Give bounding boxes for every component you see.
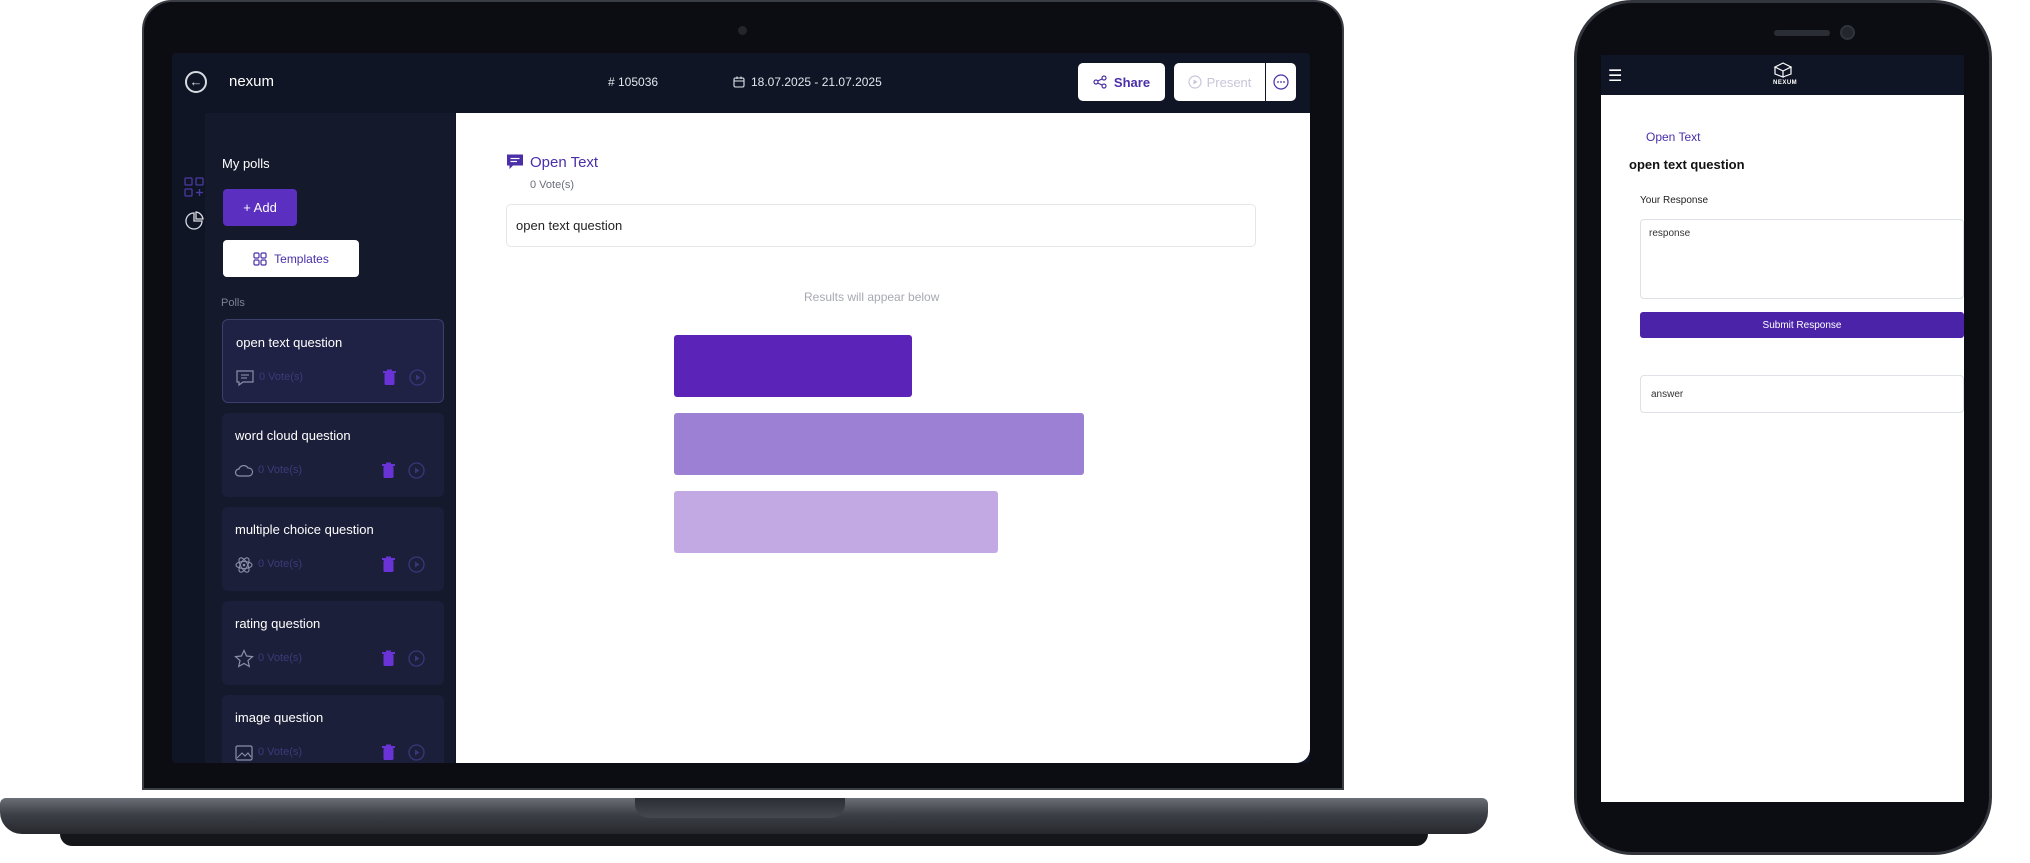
date-range: 18.07.2025 - 21.07.2025 [733,75,882,89]
play-circle-icon [1187,75,1202,89]
phone-speaker [1774,30,1830,36]
poll-title: multiple choice question [235,522,374,537]
grid-icon [253,251,267,266]
laptop-foot [60,834,1428,846]
poll-code: # 105036 [608,75,659,89]
share-icon [1093,75,1107,89]
poll-title: word cloud question [235,428,351,443]
trash-icon[interactable] [381,556,396,573]
poll-votes: 0 Vote(s) [258,558,303,570]
submit-response-button[interactable]: Submit Response [1640,312,1964,338]
play-circle-icon[interactable] [408,744,425,761]
answer-item: answer [1640,375,1964,413]
poll-title: image question [235,710,324,725]
message-icon [236,370,254,387]
laptop-camera [738,26,747,35]
poll-votes: 0 Vote(s) [258,746,303,758]
templates-button[interactable]: Templates [223,240,359,277]
trash-icon[interactable] [381,744,396,761]
pie-chart-icon[interactable] [184,211,204,231]
poll-votes: 0 Vote(s) [258,464,303,476]
poll-title: rating question [235,616,321,631]
templates-label: Templates [274,251,329,266]
response-label: Your Response [1640,195,1709,206]
sidebar: My polls + Add Templates Polls open text… [205,113,455,763]
vote-count: 0 Vote(s) [530,179,575,191]
nexum-logo-icon [1773,62,1793,78]
polls-section-label: Polls [221,297,245,309]
calendar-icon [733,76,745,88]
share-button[interactable]: Share [1078,63,1165,101]
back-arrow-icon[interactable]: ← [185,71,207,93]
phone-screen: ☰ NEXUM Open Text open text question You… [1601,55,1964,802]
poll-card[interactable]: multiple choice question 0 Vote(s) [222,507,444,591]
dashboard-icon[interactable] [184,177,204,197]
phone-camera [1840,25,1855,40]
image-icon [235,745,253,761]
poll-title: open text question [236,335,343,350]
brand-logo-text: NEXUM [1773,80,1798,86]
poll-votes: 0 Vote(s) [259,371,304,383]
app-header: ← nexum # 105036 18.07.2025 - 21.07.2025… [172,53,1310,113]
cloud-icon [234,465,254,477]
trash-icon[interactable] [381,650,396,667]
message-icon [507,154,523,169]
result-bar [674,491,998,553]
play-circle-icon[interactable] [408,556,425,573]
date-range-text: 18.07.2025 - 21.07.2025 [751,75,882,89]
question-text: open text question [506,204,1256,247]
my-polls-heading: My polls [222,156,270,171]
laptop-screen: ← nexum # 105036 18.07.2025 - 21.07.2025… [172,53,1310,763]
poll-card[interactable]: open text question 0 Vote(s) [222,319,444,403]
phone-header: ☰ NEXUM [1601,55,1964,95]
app-name: nexum [229,73,275,90]
hamburger-menu-icon[interactable]: ☰ [1608,66,1622,86]
poll-card[interactable]: word cloud question 0 Vote(s) [222,413,444,497]
phone-question-text: open text question [1629,157,1745,172]
star-icon [234,649,254,668]
icon-rail [172,113,205,763]
phone-question-type: Open Text [1646,130,1701,144]
poll-votes: 0 Vote(s) [258,652,303,664]
result-bar [674,413,1084,475]
play-circle-icon[interactable] [408,650,425,667]
more-options-button[interactable] [1266,63,1296,101]
laptop-notch [635,798,845,818]
trash-icon[interactable] [381,462,396,479]
add-poll-button[interactable]: + Add [223,189,297,226]
atom-icon [235,557,253,573]
trash-icon[interactable] [382,369,397,386]
result-bar [674,335,912,397]
share-label: Share [1113,74,1151,90]
play-circle-icon[interactable] [409,369,426,386]
play-circle-icon[interactable] [408,462,425,479]
response-textarea[interactable]: response [1640,219,1964,299]
main-panel: Open Text 0 Vote(s) open text question R… [456,113,1310,763]
question-type: Open Text [506,153,598,171]
results-note: Results will appear below [804,290,940,304]
present-button[interactable]: Present [1174,63,1265,101]
question-type-label: Open Text [530,153,599,171]
poll-card[interactable]: image question 0 Vote(s) [222,695,444,763]
present-label: Present [1206,74,1252,90]
poll-card[interactable]: rating question 0 Vote(s) [222,601,444,685]
more-icon [1273,74,1289,90]
